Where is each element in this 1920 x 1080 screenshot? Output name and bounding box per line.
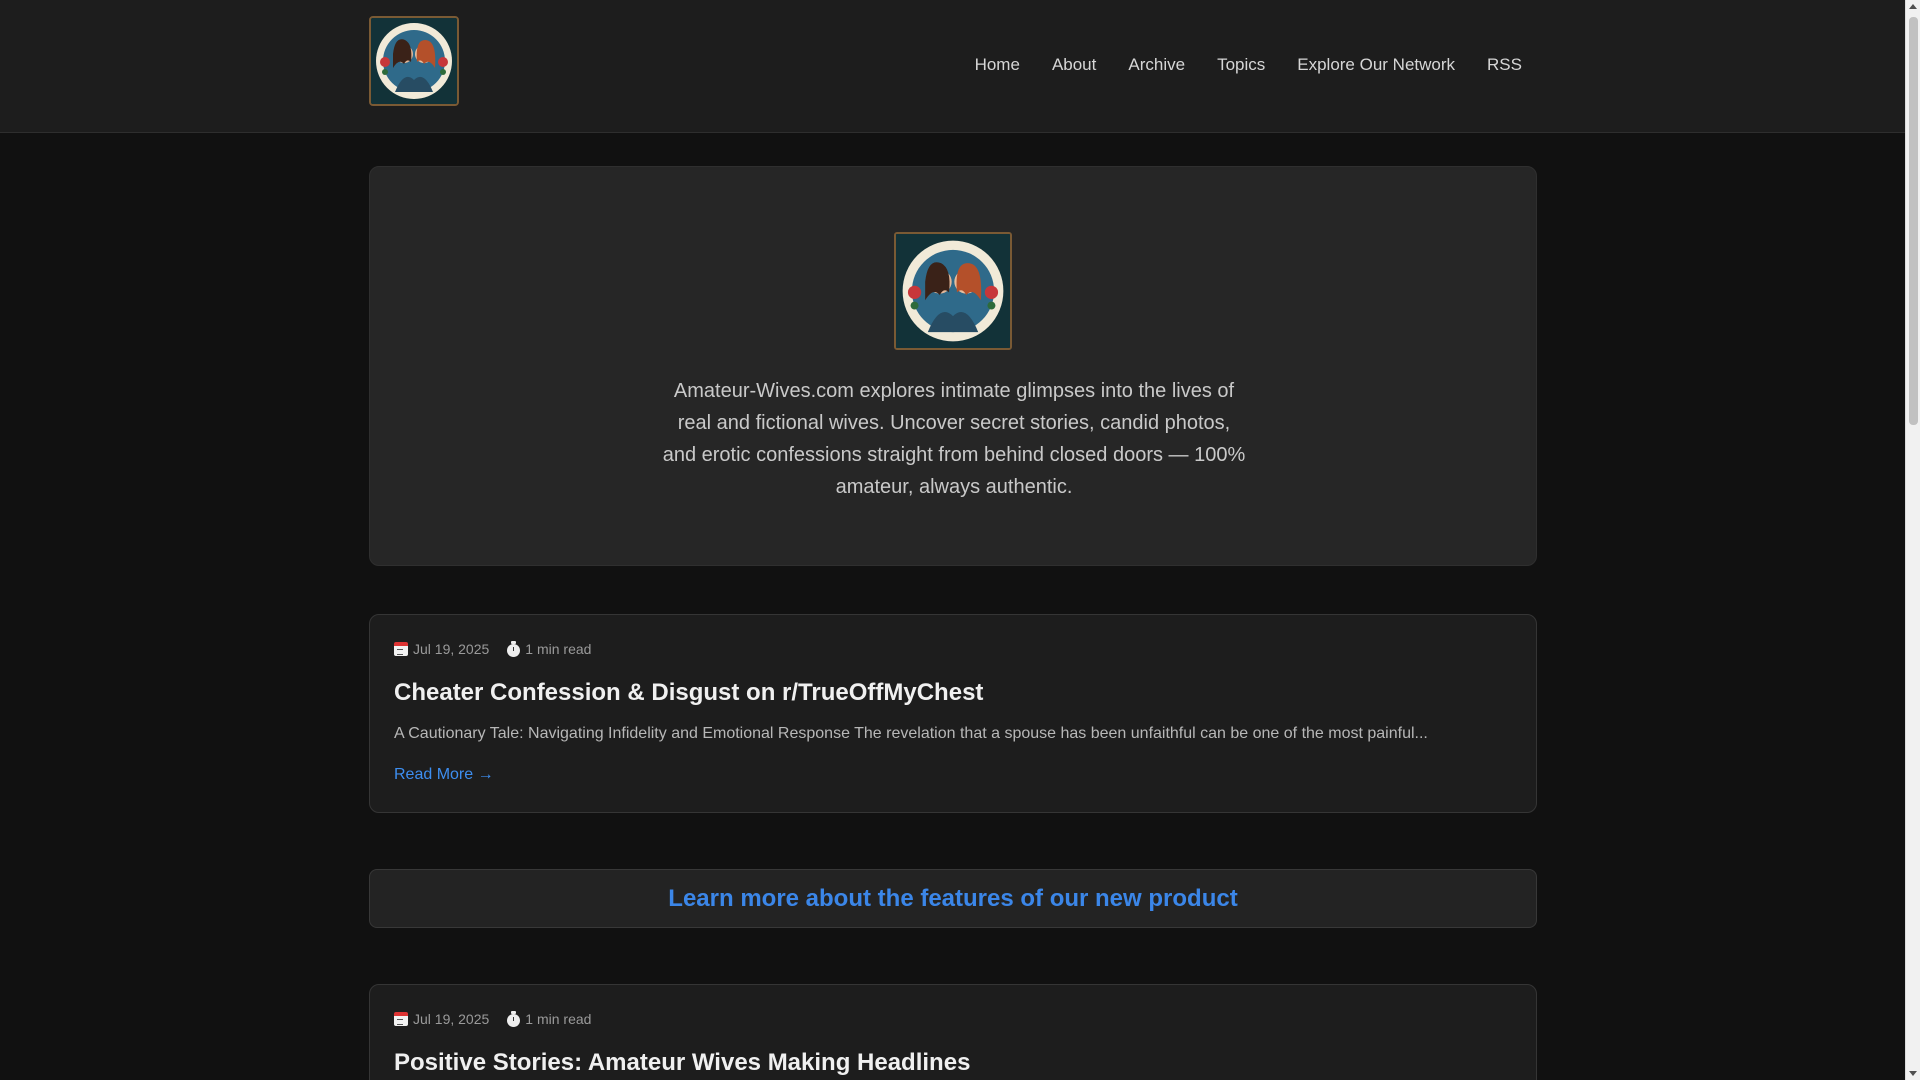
post-meta: Jul 19, 2025 1 min read	[394, 1010, 592, 1027]
main-nav: Home About Archive Topics Explore Our Ne…	[975, 55, 1522, 75]
post-card: Jul 19, 2025 1 min read Positive Stories…	[369, 984, 1537, 1080]
site-header: Home About Archive Topics Explore Our Ne…	[0, 0, 1905, 133]
hero-logo	[894, 232, 1012, 350]
post-read-time: 1 min read	[507, 640, 592, 657]
site-logo[interactable]	[369, 16, 459, 106]
post-read-time-text: 1 min read	[525, 641, 592, 657]
logo-emblem-icon	[371, 18, 457, 104]
calendar-icon	[394, 642, 408, 656]
nav-rss[interactable]: RSS	[1487, 55, 1522, 75]
post-title[interactable]: Positive Stories: Amateur Wives Making H…	[394, 1049, 970, 1077]
hero-section: Amateur-Wives.com explores intimate glim…	[369, 166, 1537, 566]
nav-home[interactable]: Home	[975, 55, 1020, 75]
post-excerpt: A Cautionary Tale: Navigating Infidelity…	[394, 725, 1428, 742]
site-description: Amateur-Wives.com explores intimate glim…	[662, 380, 1246, 498]
hero-emblem-icon	[896, 234, 1010, 348]
promo-link[interactable]: Learn more about the features of our new…	[668, 885, 1237, 913]
post-read-time-text: 1 min read	[525, 1011, 592, 1027]
scroll-up-arrow-icon[interactable]	[1909, 4, 1917, 9]
post-date: Jul 19, 2025	[394, 641, 489, 657]
post-date: Jul 19, 2025	[394, 1011, 489, 1027]
nav-about[interactable]: About	[1052, 55, 1096, 75]
page-scrollbar[interactable]	[1905, 0, 1920, 1080]
nav-topics[interactable]: Topics	[1217, 55, 1265, 75]
stopwatch-icon	[507, 1010, 521, 1027]
post-title[interactable]: Cheater Confession & Disgust on r/TrueOf…	[394, 679, 983, 707]
nav-explore-network[interactable]: Explore Our Network	[1297, 55, 1455, 75]
read-more-link[interactable]: Read More →	[394, 766, 494, 784]
nav-archive[interactable]: Archive	[1128, 55, 1185, 75]
post-card: Jul 19, 2025 1 min read Cheater Confessi…	[369, 614, 1537, 813]
scroll-down-arrow-icon[interactable]	[1909, 1071, 1917, 1076]
post-date-text: Jul 19, 2025	[413, 641, 490, 657]
calendar-icon	[394, 1012, 408, 1026]
scrollbar-thumb[interactable]	[1909, 17, 1918, 425]
post-read-time: 1 min read	[507, 1010, 592, 1027]
post-date-text: Jul 19, 2025	[413, 1011, 490, 1027]
post-meta: Jul 19, 2025 1 min read	[394, 640, 592, 657]
stopwatch-icon	[507, 640, 521, 657]
promo-banner: Learn more about the features of our new…	[369, 869, 1537, 928]
page: Home About Archive Topics Explore Our Ne…	[0, 0, 1920, 1080]
